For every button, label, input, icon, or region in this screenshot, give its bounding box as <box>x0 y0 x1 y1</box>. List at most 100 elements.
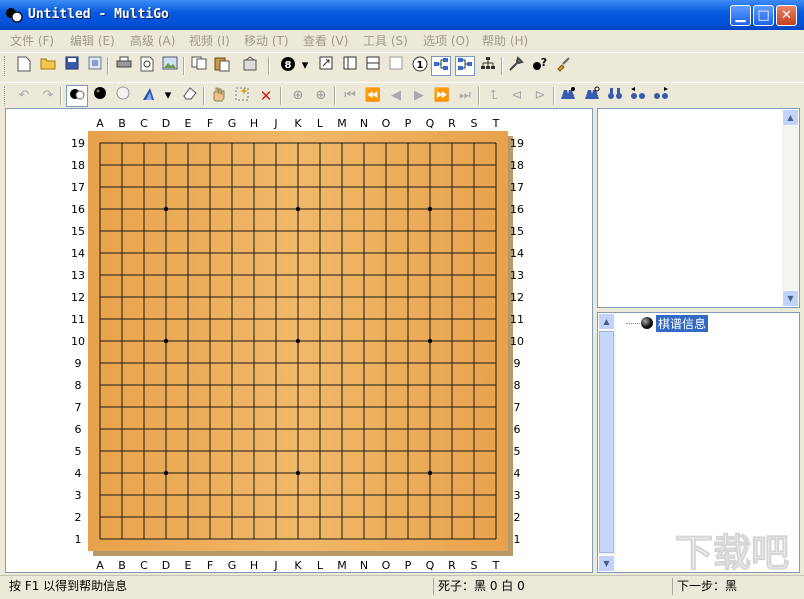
menu-video[interactable]: 视频 (I) <box>189 32 230 49</box>
row-label: 4 <box>75 467 82 480</box>
menu-edit[interactable]: 编辑 (E) <box>70 32 115 49</box>
go-board[interactable]: AABBCCDDEEFFGGHHJJKKLLMMNNOOPPQQRRSSTT19… <box>6 109 592 572</box>
help-context-icon[interactable]: ? <box>530 56 550 76</box>
alternate-stones-icon[interactable] <box>66 85 88 107</box>
scroll-up-arrow[interactable]: ▲ <box>598 313 615 330</box>
insert-move-icon[interactable] <box>232 86 252 106</box>
row-label: 10 <box>71 335 85 348</box>
close-button[interactable]: ✕ <box>776 5 797 26</box>
svg-text:?: ? <box>541 56 547 69</box>
scroll-down-arrow[interactable]: ▼ <box>782 290 799 307</box>
paste-icon[interactable] <box>212 56 232 76</box>
black-stone-icon[interactable] <box>90 86 110 106</box>
column-label: S <box>471 559 478 572</box>
label-tool-icon[interactable] <box>140 86 160 106</box>
export-image-icon[interactable] <box>160 56 180 76</box>
minimize-button[interactable]: ▁ <box>730 5 751 26</box>
blank-panel-icon[interactable] <box>386 56 406 76</box>
tree-connector <box>626 323 640 324</box>
comment-scrollbar[interactable]: ▲ ▼ <box>782 109 799 307</box>
row-label: 11 <box>71 313 85 326</box>
print-icon[interactable] <box>114 56 134 76</box>
menu-advanced[interactable]: 高级 (A) <box>130 32 175 49</box>
menu-file[interactable]: 文件 (F) <box>10 32 54 49</box>
row-label: 19 <box>510 137 524 150</box>
column-label: H <box>250 559 258 572</box>
prev-variation-icon[interactable]: ⊕ <box>288 86 308 106</box>
menu-move[interactable]: 移动 (T) <box>244 32 289 49</box>
menu-view[interactable]: 查看 (V) <box>303 32 348 49</box>
scroll-thumb[interactable] <box>599 331 614 553</box>
tree-root-node[interactable]: 棋谱信息 <box>656 315 709 332</box>
status-next-player: 下一步：黑 <box>672 578 797 595</box>
properties-icon[interactable] <box>240 56 260 76</box>
scroll-down-arrow[interactable]: ▼ <box>598 555 615 572</box>
go-first-icon[interactable]: ⏮ <box>340 86 360 106</box>
go-up-icon[interactable]: ⮤ <box>484 86 504 106</box>
fast-forward-icon[interactable]: ⏩ <box>432 86 452 106</box>
multigo-app-icon <box>6 8 23 23</box>
step-forward-icon[interactable]: ▶ <box>409 86 429 106</box>
save-icon[interactable] <box>62 56 82 76</box>
column-label: J <box>273 559 277 572</box>
fast-back-icon[interactable]: ⏪ <box>363 86 383 106</box>
find-next-icon[interactable] <box>651 86 671 106</box>
hand-pan-icon[interactable] <box>208 86 228 106</box>
split-horizontal-icon[interactable] <box>363 56 383 76</box>
search-stone-icon[interactable] <box>582 86 602 106</box>
delete-icon[interactable]: ✕ <box>256 86 276 106</box>
branch-view-icon[interactable] <box>455 56 475 76</box>
open-folder-icon[interactable] <box>38 56 58 76</box>
undo-icon[interactable]: ↶ <box>14 86 34 106</box>
next-variation-icon[interactable]: ⊕ <box>311 86 331 106</box>
menu-help[interactable]: 帮助 (H) <box>482 32 528 49</box>
eraser-icon[interactable] <box>180 86 200 106</box>
row-label: 1 <box>75 533 82 546</box>
dropdown-arrow-icon[interactable]: ▾ <box>299 56 311 76</box>
scroll-up-arrow[interactable]: ▲ <box>782 109 799 126</box>
menu-options[interactable]: 选项 (O) <box>423 32 470 49</box>
new-file-icon[interactable] <box>14 56 34 76</box>
dropdown-arrow-icon[interactable]: ▾ <box>162 86 174 106</box>
save-as-icon[interactable] <box>85 56 105 76</box>
hierarchy-icon[interactable] <box>478 56 498 76</box>
menu-bar: 文件 (F) 编辑 (E) 高级 (A) 视频 (I) 移动 (T) 查看 (V… <box>0 30 804 50</box>
column-label: M <box>337 559 347 572</box>
move-one-icon[interactable]: 1 <box>410 56 430 76</box>
print-preview-icon[interactable] <box>137 56 157 76</box>
row-label: 8 <box>75 379 82 392</box>
tree-scrollbar[interactable]: ▲ ▼ <box>598 313 616 572</box>
copy-icon[interactable] <box>189 56 209 76</box>
toolbar-grip[interactable] <box>4 86 8 106</box>
redo-icon[interactable]: ↷ <box>38 86 58 106</box>
step-back-icon[interactable]: ◀ <box>386 86 406 106</box>
row-label: 7 <box>514 401 521 414</box>
column-label: N <box>360 559 368 572</box>
zoom-corner-icon[interactable] <box>316 56 336 76</box>
toolbar-grip[interactable] <box>4 56 8 76</box>
binoculars-icon[interactable] <box>605 86 625 106</box>
tree-view-icon[interactable] <box>431 56 451 76</box>
menu-tools[interactable]: 工具 (S) <box>363 32 408 49</box>
row-label: 2 <box>75 511 82 524</box>
row-label: 11 <box>510 313 524 326</box>
white-stone-icon[interactable] <box>113 86 133 106</box>
column-label: R <box>448 559 456 572</box>
column-label: H <box>250 117 258 130</box>
maximize-button[interactable]: □ <box>753 5 774 26</box>
column-label: K <box>294 559 302 572</box>
main-toolbar: 8 ▾ 1 ? <box>0 52 804 79</box>
brush-icon[interactable] <box>553 56 573 76</box>
comment-panel[interactable]: ▲ ▼ <box>597 108 800 308</box>
branch-back-icon[interactable]: ⊲ <box>507 86 527 106</box>
tools-wrench-icon[interactable] <box>506 56 526 76</box>
search-board-icon[interactable] <box>558 86 578 106</box>
split-vertical-icon[interactable] <box>340 56 360 76</box>
branch-forward-icon[interactable]: ⊳ <box>530 86 550 106</box>
column-label: K <box>294 117 302 130</box>
toolbar-separator <box>553 87 555 105</box>
go-last-icon[interactable]: ⏭ <box>455 86 475 106</box>
find-prev-icon[interactable] <box>628 86 648 106</box>
column-label: E <box>185 117 192 130</box>
move-number-icon[interactable]: 8 <box>278 56 298 76</box>
